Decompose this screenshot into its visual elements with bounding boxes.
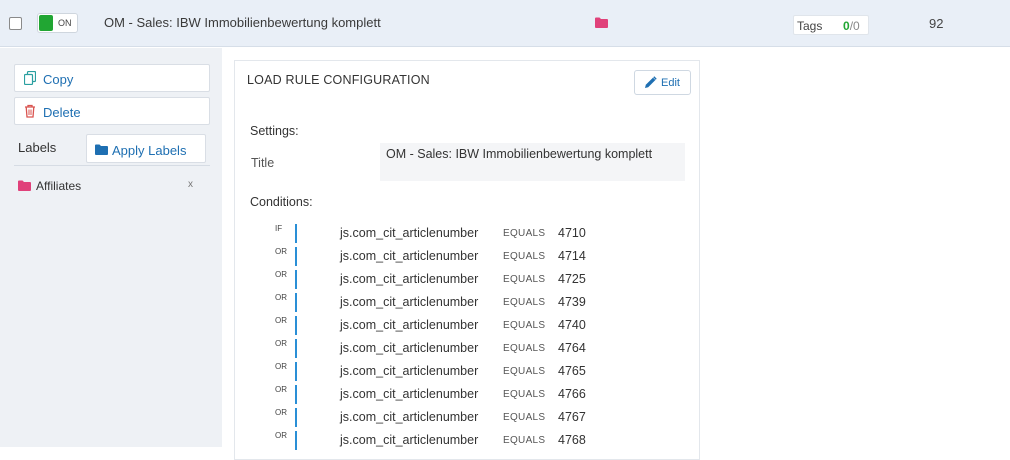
condition-variable: js.com_cit_articlenumber xyxy=(340,249,479,263)
condition-operator: OR xyxy=(275,247,287,256)
folder-icon xyxy=(18,180,31,191)
condition-row: OR js.com_cit_articlenumber EQUALS 4765 xyxy=(235,362,701,385)
condition-row: OR js.com_cit_articlenumber EQUALS 4766 xyxy=(235,385,701,408)
folder-icon xyxy=(95,144,108,155)
condition-row: OR js.com_cit_articlenumber EQUALS 4768 xyxy=(235,431,701,454)
condition-bar xyxy=(295,385,297,404)
condition-value: 4740 xyxy=(558,318,586,332)
condition-variable: js.com_cit_articlenumber xyxy=(340,272,479,286)
condition-bar xyxy=(295,270,297,289)
condition-value: 4710 xyxy=(558,226,586,240)
condition-operator: OR xyxy=(275,362,287,371)
condition-value: 4768 xyxy=(558,433,586,447)
condition-comparator: EQUALS xyxy=(503,274,546,285)
condition-variable: js.com_cit_articlenumber xyxy=(340,433,479,447)
edit-label: Edit xyxy=(661,77,680,89)
condition-variable: js.com_cit_articlenumber xyxy=(340,410,479,424)
condition-operator: OR xyxy=(275,431,287,440)
delete-button[interactable]: Delete xyxy=(14,97,210,125)
load-rule-row[interactable]: ON OM - Sales: IBW Immobilienbewertung k… xyxy=(0,0,1010,47)
condition-operator: OR xyxy=(275,385,287,394)
condition-value: 4765 xyxy=(558,364,586,378)
rule-title[interactable]: OM - Sales: IBW Immobilienbewertung komp… xyxy=(104,15,381,30)
condition-operator: OR xyxy=(275,408,287,417)
tags-label: Tags xyxy=(797,19,823,33)
sidebar-divider xyxy=(14,165,210,166)
condition-row: IF js.com_cit_articlenumber EQUALS 4710 xyxy=(235,224,701,247)
condition-operator: OR xyxy=(275,339,287,348)
condition-comparator: EQUALS xyxy=(503,366,546,377)
condition-row: OR js.com_cit_articlenumber EQUALS 4764 xyxy=(235,339,701,362)
condition-bar xyxy=(295,362,297,381)
labels-heading: Labels xyxy=(18,140,57,155)
condition-value: 4767 xyxy=(558,410,586,424)
condition-comparator: EQUALS xyxy=(503,389,546,400)
condition-variable: js.com_cit_articlenumber xyxy=(340,318,479,332)
condition-value: 4766 xyxy=(558,387,586,401)
condition-value: 4725 xyxy=(558,272,586,286)
row-number: 92 xyxy=(929,16,944,31)
condition-bar xyxy=(295,224,297,243)
condition-row: OR js.com_cit_articlenumber EQUALS 4767 xyxy=(235,408,701,431)
title-key: Title xyxy=(251,156,275,170)
condition-comparator: EQUALS xyxy=(503,297,546,308)
condition-row: OR js.com_cit_articlenumber EQUALS 4725 xyxy=(235,270,701,293)
condition-operator: IF xyxy=(275,224,283,233)
panel-title: LOAD RULE CONFIGURATION xyxy=(247,73,430,87)
condition-variable: js.com_cit_articlenumber xyxy=(340,387,479,401)
tags-active-count: 0 xyxy=(843,19,850,33)
condition-operator: OR xyxy=(275,270,287,279)
condition-comparator: EQUALS xyxy=(503,228,546,239)
trash-icon xyxy=(24,104,36,123)
title-value: OM - Sales: IBW Immobilienbewertung komp… xyxy=(380,143,685,181)
condition-variable: js.com_cit_articlenumber xyxy=(340,295,479,309)
condition-bar xyxy=(295,408,297,427)
row-select-checkbox[interactable] xyxy=(9,17,22,30)
condition-row: OR js.com_cit_articlenumber EQUALS 4714 xyxy=(235,247,701,270)
sidebar: Copy Delete Labels Apply Labels Affiliat… xyxy=(0,48,222,447)
condition-variable: js.com_cit_articlenumber xyxy=(340,341,479,355)
condition-row: OR js.com_cit_articlenumber EQUALS 4739 xyxy=(235,293,701,316)
condition-variable: js.com_cit_articlenumber xyxy=(340,364,479,378)
condition-bar xyxy=(295,431,297,450)
condition-variable: js.com_cit_articlenumber xyxy=(340,226,479,240)
condition-bar xyxy=(295,247,297,266)
condition-row: OR js.com_cit_articlenumber EQUALS 4740 xyxy=(235,316,701,339)
copy-icon xyxy=(23,70,37,90)
load-rule-configuration-panel: LOAD RULE CONFIGURATION Edit Settings: T… xyxy=(234,60,700,460)
condition-operator: OR xyxy=(275,316,287,325)
status-toggle[interactable]: ON xyxy=(37,13,78,33)
condition-comparator: EQUALS xyxy=(503,251,546,262)
condition-operator: OR xyxy=(275,293,287,302)
condition-value: 4764 xyxy=(558,341,586,355)
condition-value: 4739 xyxy=(558,295,586,309)
condition-comparator: EQUALS xyxy=(503,343,546,354)
condition-bar xyxy=(295,339,297,358)
condition-comparator: EQUALS xyxy=(503,435,546,446)
tags-total-count: 0 xyxy=(853,19,860,33)
copy-label: Copy xyxy=(43,72,74,87)
condition-bar xyxy=(295,293,297,312)
copy-button[interactable]: Copy xyxy=(14,64,210,92)
condition-value: 4714 xyxy=(558,249,586,263)
pencil-icon xyxy=(644,76,657,94)
condition-comparator: EQUALS xyxy=(503,412,546,423)
condition-bar xyxy=(295,316,297,335)
delete-label: Delete xyxy=(43,105,81,120)
folder-icon xyxy=(595,17,608,28)
conditions-heading: Conditions: xyxy=(250,195,313,209)
apply-labels-button[interactable]: Apply Labels xyxy=(86,134,206,163)
condition-comparator: EQUALS xyxy=(503,320,546,331)
toggle-knob xyxy=(39,15,53,31)
toggle-status-text: ON xyxy=(58,18,72,28)
edit-button[interactable]: Edit xyxy=(634,70,691,95)
label-item-name: Affiliates xyxy=(36,179,82,193)
tags-count: 0/0 xyxy=(843,19,860,33)
remove-label-button[interactable]: x xyxy=(188,179,193,190)
settings-heading: Settings: xyxy=(250,124,299,138)
tags-indicator[interactable]: Tags 0/0 xyxy=(793,15,869,35)
apply-labels-label: Apply Labels xyxy=(112,143,187,158)
